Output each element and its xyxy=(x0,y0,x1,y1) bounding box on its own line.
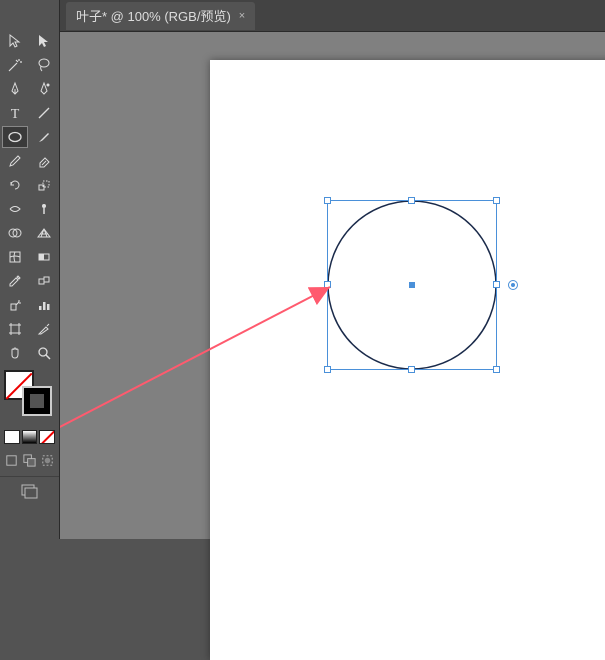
document-tab[interactable]: 叶子* @ 100% (RGB/预览) × xyxy=(66,2,255,30)
artboard[interactable] xyxy=(210,60,605,660)
scale-tool[interactable] xyxy=(31,174,57,196)
lasso-tool[interactable] xyxy=(31,54,57,76)
blend-tool[interactable] xyxy=(31,270,57,292)
curvature-tool[interactable] xyxy=(31,78,57,100)
mesh-tool[interactable] xyxy=(2,246,28,268)
color-swatches xyxy=(0,366,59,426)
stroke-color-swatch[interactable] xyxy=(22,386,52,416)
magic-wand-tool[interactable] xyxy=(2,54,28,76)
symbol-sprayer-tool[interactable] xyxy=(2,294,28,316)
screen-mode[interactable] xyxy=(0,476,59,505)
rotate-tool[interactable] xyxy=(2,174,28,196)
draw-mode-normal[interactable] xyxy=(4,452,19,468)
resize-handle-bl[interactable] xyxy=(324,366,331,373)
gradient-tool[interactable] xyxy=(31,246,57,268)
resize-handle-tm[interactable] xyxy=(408,197,415,204)
canvas-area[interactable] xyxy=(60,32,605,539)
center-point[interactable] xyxy=(409,282,415,288)
shape-builder-tool[interactable] xyxy=(2,222,28,244)
column-graph-tool[interactable] xyxy=(31,294,57,316)
svg-text:T: T xyxy=(11,107,20,121)
tab-bar: 叶子* @ 100% (RGB/预览) × xyxy=(60,0,605,32)
resize-handle-ml[interactable] xyxy=(324,281,331,288)
type-tool[interactable]: T xyxy=(2,102,28,124)
ellipse-tool[interactable] xyxy=(2,126,28,148)
draw-mode-behind[interactable] xyxy=(22,452,37,468)
zoom-tool[interactable] xyxy=(31,342,57,364)
free-transform-tool[interactable] xyxy=(31,198,57,220)
hand-tool[interactable] xyxy=(2,342,28,364)
direct-selection-tool[interactable] xyxy=(31,30,57,52)
perspective-grid-tool[interactable] xyxy=(31,222,57,244)
pen-tool[interactable] xyxy=(2,78,28,100)
color-mode-none[interactable] xyxy=(39,430,55,444)
pencil-tool[interactable] xyxy=(2,150,28,172)
selection-bounding-box xyxy=(327,200,497,370)
color-mode-swatches xyxy=(0,426,59,448)
toolbox: T xyxy=(0,0,60,539)
selection-tool[interactable] xyxy=(2,30,28,52)
paintbrush-tool[interactable] xyxy=(31,126,57,148)
eraser-tool[interactable] xyxy=(31,150,57,172)
resize-handle-tr[interactable] xyxy=(493,197,500,204)
resize-handle-tl[interactable] xyxy=(324,197,331,204)
artboard-tool[interactable] xyxy=(2,318,28,340)
resize-handle-br[interactable] xyxy=(493,366,500,373)
pie-widget-handle[interactable] xyxy=(508,280,518,290)
color-mode-gradient[interactable] xyxy=(22,430,38,444)
color-mode-solid[interactable] xyxy=(4,430,20,444)
slice-tool[interactable] xyxy=(31,318,57,340)
resize-handle-mr[interactable] xyxy=(493,281,500,288)
line-segment-tool[interactable] xyxy=(31,102,57,124)
width-tool[interactable] xyxy=(2,198,28,220)
resize-handle-bm[interactable] xyxy=(408,366,415,373)
close-icon[interactable]: × xyxy=(239,10,245,22)
eyedropper-tool[interactable] xyxy=(2,270,28,292)
tab-title: 叶子* @ 100% (RGB/预览) xyxy=(76,6,231,25)
draw-mode-inside[interactable] xyxy=(40,452,55,468)
